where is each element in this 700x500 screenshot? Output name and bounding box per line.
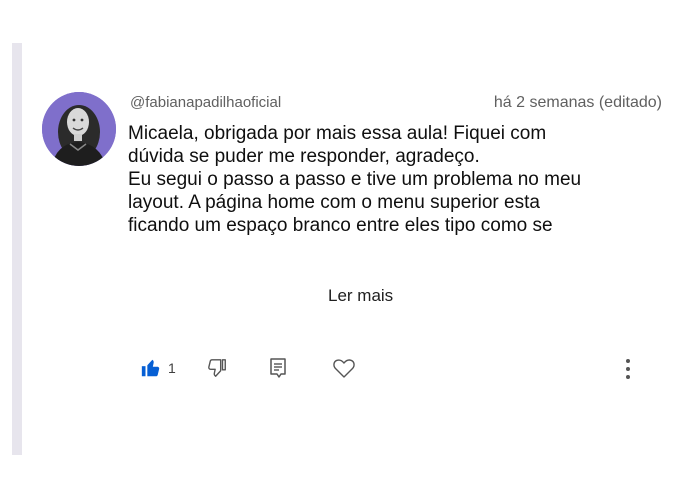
thumb-up-icon xyxy=(141,359,160,377)
like-count: 1 xyxy=(168,360,176,376)
dislike-button[interactable] xyxy=(206,354,228,382)
avatar[interactable] xyxy=(42,92,116,166)
comment-meta: @fabianapadilhaoficial há 2 semanas (edi… xyxy=(130,94,662,114)
comment-line: dúvida se puder me responder, agradeço. xyxy=(128,146,480,167)
reply-comment-icon xyxy=(270,358,286,378)
comment-panel: @fabianapadilhaoficial há 2 semanas (edi… xyxy=(0,0,700,500)
comment-author[interactable]: @fabianapadilhaoficial xyxy=(130,94,281,111)
comment-line: layout. A página home com o menu superio… xyxy=(128,192,540,213)
read-more-button[interactable]: Ler mais xyxy=(328,286,393,306)
comment-card: @fabianapadilhaoficial há 2 semanas (edi… xyxy=(38,86,678,406)
comment-line: Eu segui o passo a passo e tive um probl… xyxy=(128,169,582,190)
more-vert-icon xyxy=(626,359,630,379)
comment-line: Micaela, obrigada por mais essa aula! Fi… xyxy=(128,123,547,144)
more-actions-button[interactable] xyxy=(618,354,638,384)
comment-line: ficando um espaço branco entre eles tipo… xyxy=(128,215,553,236)
comment-actions: 1 xyxy=(140,354,640,384)
reply-button[interactable] xyxy=(268,354,288,382)
thumb-down-icon xyxy=(208,359,226,377)
comment-timestamp[interactable]: há 2 semanas (editado) xyxy=(494,94,662,112)
heart-icon xyxy=(333,359,355,378)
comment-text: Micaela, obrigada por mais essa aula! Fi… xyxy=(128,122,648,242)
avatar-image xyxy=(42,92,116,166)
heart-button[interactable] xyxy=(332,354,356,382)
left-rule xyxy=(12,43,22,455)
like-button[interactable]: 1 xyxy=(140,354,176,382)
